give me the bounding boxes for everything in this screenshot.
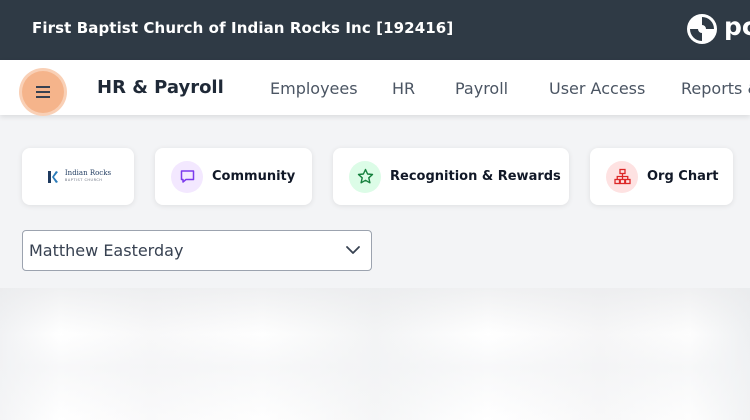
organization-name: First Baptist Church of Indian Rocks Inc… xyxy=(32,19,454,37)
chat-bubble-icon xyxy=(180,170,194,183)
church-logo-icon xyxy=(47,170,58,183)
recognition-icon-badge xyxy=(349,160,381,193)
chevron-down-icon xyxy=(346,246,360,254)
module-title: HR & Payroll xyxy=(97,77,224,98)
church-logo-card[interactable]: Indian Rocks BAPTIST CHURCH xyxy=(22,148,134,205)
main-navigation: HR & Payroll Employees HR Payroll User A… xyxy=(0,60,750,115)
employee-select[interactable]: Matthew Easterday xyxy=(22,230,372,271)
church-logo-text: Indian Rocks xyxy=(64,169,112,178)
star-icon xyxy=(357,168,373,184)
recognition-rewards-label: Recognition & Rewards xyxy=(390,169,561,184)
org-chart-icon-badge xyxy=(606,160,638,193)
nav-link-hr[interactable]: HR xyxy=(392,79,415,98)
nav-link-payroll[interactable]: Payroll xyxy=(455,79,508,98)
community-icon-badge xyxy=(171,160,203,193)
org-chart-card[interactable]: Org Chart xyxy=(590,148,733,205)
nav-link-user-access[interactable]: User Access xyxy=(549,79,645,98)
org-chart-icon xyxy=(613,168,631,185)
top-bar: First Baptist Church of Indian Rocks Inc… xyxy=(0,0,750,60)
community-label: Community xyxy=(212,169,296,184)
org-chart-label: Org Chart xyxy=(647,169,719,184)
employee-select-value: Matthew Easterday xyxy=(29,241,184,260)
blurred-content-area xyxy=(0,288,750,420)
recognition-rewards-card[interactable]: Recognition & Rewards xyxy=(333,148,569,205)
nav-link-reports[interactable]: Reports & xyxy=(681,79,750,98)
nav-link-employees[interactable]: Employees xyxy=(270,79,358,98)
church-logo-subtext: BAPTIST CHURCH xyxy=(64,178,103,183)
hamburger-menu-button[interactable] xyxy=(22,71,64,113)
church-logo: Indian Rocks BAPTIST CHURCH xyxy=(45,170,111,184)
community-card[interactable]: Community xyxy=(155,148,312,205)
brand-wordmark: pc xyxy=(724,12,750,41)
hamburger-icon xyxy=(36,86,50,98)
brand-logo-icon xyxy=(687,14,717,44)
